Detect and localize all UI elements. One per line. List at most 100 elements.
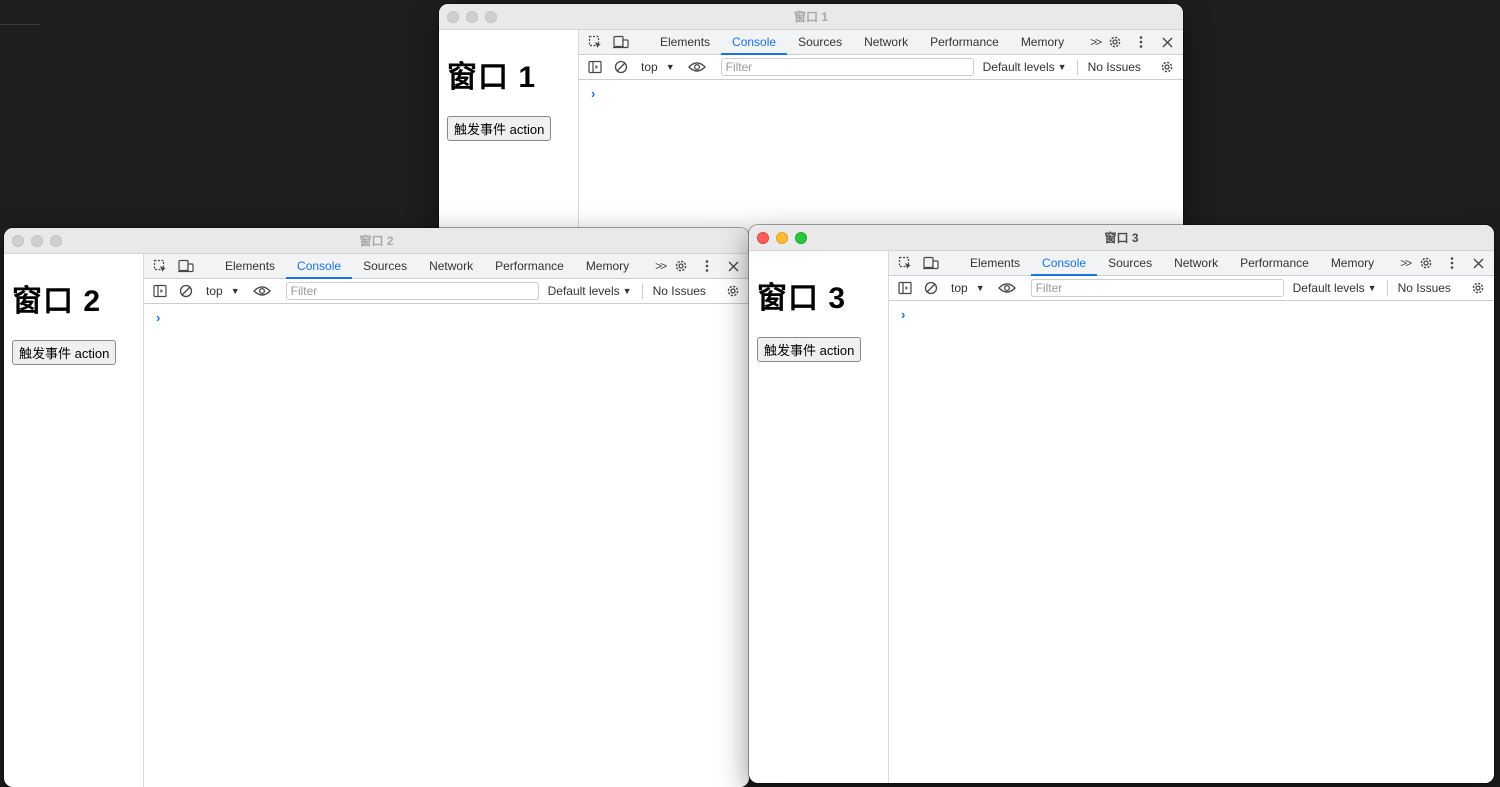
- caret-down-icon: ▼: [975, 283, 985, 293]
- clear-console-icon[interactable]: [611, 57, 631, 77]
- window-titlebar[interactable]: 窗口 3: [749, 225, 1494, 251]
- sidebar-toggle-icon[interactable]: [150, 281, 170, 301]
- window-titlebar[interactable]: 窗口 2: [4, 228, 749, 254]
- trigger-action-button[interactable]: 触发事件 action: [12, 340, 117, 365]
- toolbar-divider: [641, 283, 643, 299]
- gear-icon[interactable]: [1416, 253, 1436, 273]
- context-selector[interactable]: top ▼: [951, 281, 985, 295]
- live-expression-eye-icon[interactable]: [997, 278, 1017, 298]
- console-toolbar: top ▼ Default levels ▼ No Issues: [579, 55, 1183, 80]
- tab-memory[interactable]: Memory: [1010, 30, 1075, 54]
- caret-down-icon: ▼: [1367, 283, 1377, 293]
- log-levels-dropdown[interactable]: Default levels ▼: [983, 60, 1067, 74]
- minimize-window-button[interactable]: [31, 235, 43, 247]
- devtools-tabs: Elements Console Sources Network Perform…: [214, 254, 676, 279]
- minimize-window-button[interactable]: [466, 11, 478, 23]
- tab-performance[interactable]: Performance: [484, 254, 575, 278]
- device-toolbar-icon[interactable]: [921, 253, 941, 273]
- tab-elements[interactable]: Elements: [959, 251, 1031, 275]
- tab-sources[interactable]: Sources: [352, 254, 418, 278]
- browser-window-3: 窗口 3 窗口 3 触发事件 action Elements Console S…: [749, 225, 1494, 783]
- close-window-button[interactable]: [12, 235, 24, 247]
- log-levels-dropdown[interactable]: Default levels ▼: [1293, 281, 1377, 295]
- zoom-window-button[interactable]: [50, 235, 62, 247]
- tab-console[interactable]: Console: [286, 254, 353, 279]
- live-expression-eye-icon[interactable]: [252, 281, 272, 301]
- tab-console[interactable]: Console: [1031, 251, 1098, 276]
- tab-elements[interactable]: Elements: [649, 30, 721, 54]
- console-settings-gear-icon[interactable]: [1157, 57, 1177, 77]
- filter-input[interactable]: [285, 282, 539, 300]
- tab-performance[interactable]: Performance: [919, 30, 1010, 54]
- devtools-tabbar: Elements Console Sources Network Perform…: [889, 251, 1494, 276]
- devtools-tabbar: Elements Console Sources Network Perform…: [579, 30, 1183, 55]
- tab-console[interactable]: Console: [721, 30, 788, 55]
- console-prompt[interactable]: ›: [591, 86, 595, 101]
- window-title: 窗口 3: [1104, 231, 1139, 245]
- live-expression-eye-icon[interactable]: [687, 57, 707, 77]
- tab-sources[interactable]: Sources: [1097, 251, 1163, 275]
- zoom-window-button[interactable]: [795, 232, 807, 244]
- gear-icon[interactable]: [671, 256, 691, 276]
- clear-console-icon[interactable]: [921, 278, 941, 298]
- tab-elements[interactable]: Elements: [214, 254, 286, 278]
- console-output[interactable]: ›: [889, 301, 1494, 783]
- inspect-element-icon[interactable]: [585, 32, 605, 52]
- log-levels-label: Default levels: [547, 284, 620, 298]
- zoom-window-button[interactable]: [485, 11, 497, 23]
- console-prompt[interactable]: ›: [156, 310, 160, 325]
- issues-counter[interactable]: No Issues: [1088, 60, 1141, 74]
- tab-network[interactable]: Network: [418, 254, 484, 278]
- tab-network[interactable]: Network: [853, 30, 919, 54]
- console-toolbar: top ▼ Default levels ▼ No Issues: [889, 276, 1494, 301]
- issues-counter[interactable]: No Issues: [1398, 281, 1451, 295]
- trigger-action-button[interactable]: 触发事件 action: [447, 116, 552, 141]
- traffic-lights: [12, 235, 62, 247]
- page-content: 窗口 1 触发事件 action: [439, 30, 579, 244]
- filter-input[interactable]: [720, 58, 974, 76]
- tab-memory[interactable]: Memory: [1320, 251, 1385, 275]
- devtools-tabs: Elements Console Sources Network Perform…: [649, 30, 1111, 55]
- trigger-action-button[interactable]: 触发事件 action: [757, 337, 862, 362]
- sidebar-toggle-icon[interactable]: [585, 57, 605, 77]
- device-toolbar-icon[interactable]: [611, 32, 631, 52]
- close-window-button[interactable]: [757, 232, 769, 244]
- close-icon[interactable]: [723, 256, 743, 276]
- close-icon[interactable]: [1468, 253, 1488, 273]
- context-selector[interactable]: top ▼: [641, 60, 675, 74]
- minimize-window-button[interactable]: [776, 232, 788, 244]
- inspect-element-icon[interactable]: [895, 253, 915, 273]
- log-levels-label: Default levels: [1292, 281, 1365, 295]
- console-settings-gear-icon[interactable]: [1468, 278, 1488, 298]
- context-selector[interactable]: top ▼: [206, 284, 240, 298]
- traffic-lights: [447, 11, 497, 23]
- filter-input[interactable]: [1030, 279, 1284, 297]
- window-titlebar[interactable]: 窗口 1: [439, 4, 1183, 30]
- page-content: 窗口 3 触发事件 action: [749, 251, 889, 783]
- tab-memory[interactable]: Memory: [575, 254, 640, 278]
- sidebar-toggle-icon[interactable]: [895, 278, 915, 298]
- kebab-menu-icon[interactable]: [1131, 32, 1151, 52]
- tab-network[interactable]: Network: [1163, 251, 1229, 275]
- tab-sources[interactable]: Sources: [787, 30, 853, 54]
- log-levels-dropdown[interactable]: Default levels ▼: [548, 284, 632, 298]
- issues-counter[interactable]: No Issues: [653, 284, 706, 298]
- console-prompt[interactable]: ›: [901, 307, 905, 322]
- inspect-element-icon[interactable]: [150, 256, 170, 276]
- console-settings-gear-icon[interactable]: [723, 281, 743, 301]
- console-output[interactable]: ›: [144, 304, 749, 787]
- console-output[interactable]: ›: [579, 80, 1183, 244]
- caret-down-icon: ▼: [622, 286, 632, 296]
- tab-performance[interactable]: Performance: [1229, 251, 1320, 275]
- gear-icon[interactable]: [1105, 32, 1125, 52]
- kebab-menu-icon[interactable]: [697, 256, 717, 276]
- kebab-menu-icon[interactable]: [1442, 253, 1462, 273]
- close-icon[interactable]: [1157, 32, 1177, 52]
- window-title: 窗口 1: [793, 10, 828, 24]
- device-toolbar-icon[interactable]: [176, 256, 196, 276]
- close-window-button[interactable]: [447, 11, 459, 23]
- browser-window-1: 窗口 1 窗口 1 触发事件 action Elements Console S…: [439, 4, 1183, 244]
- caret-down-icon: ▼: [1057, 62, 1067, 72]
- page-heading: 窗口 3: [757, 282, 847, 315]
- clear-console-icon[interactable]: [176, 281, 196, 301]
